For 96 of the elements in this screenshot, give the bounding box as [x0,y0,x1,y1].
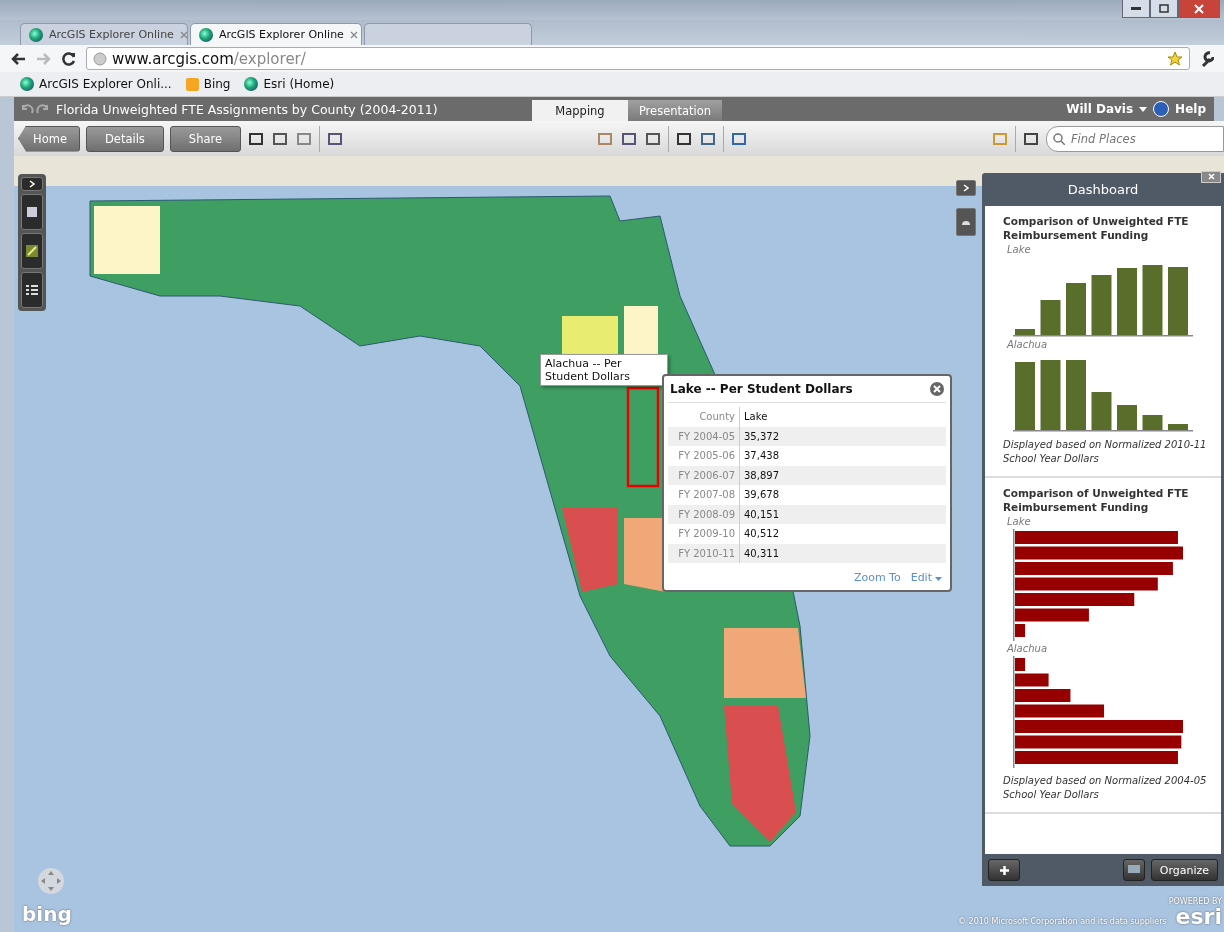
organize-button[interactable]: Organize [1150,859,1218,881]
legend-button[interactable] [21,272,43,308]
map-attribution: © 2010 Microsoft Corporation and its data suppliers [958,917,1167,926]
chart-bar [1091,275,1112,335]
map-title: Florida Unweighted FTE Assignments by County (2004-2011) [56,101,438,117]
chart-bar [1168,267,1188,335]
chart-subtitle: Alachua [1007,339,1049,350]
close-button[interactable] [1178,0,1220,18]
view-tab[interactable]: Mapping [532,100,628,121]
chevron-icon [29,180,35,188]
help-menu[interactable]: Help [1175,102,1206,116]
content-button[interactable] [21,194,43,230]
chart-subtitle: Lake [1007,244,1032,255]
chart-title: Comparison of Unweighted FTE Reimbursement Funding [1003,214,1190,242]
bookmark-link[interactable]: Bing [185,77,231,91]
expand-button[interactable] [21,177,43,191]
chart-bar [1142,265,1163,335]
close-icon [1194,3,1204,14]
nav-button[interactable]: Home [18,125,80,152]
chart-bar [1040,300,1061,335]
address-bar[interactable]: www.arcgis.com/explorer/ [86,47,1190,70]
chart-bar [1015,658,1026,671]
dashboard-toggle-button[interactable] [956,208,976,236]
chart-bar [1015,673,1049,687]
bookmark-link[interactable]: ArcGIS Explorer Onli... [20,77,172,91]
edit-button[interactable] [21,233,43,269]
chart-bar [1040,360,1061,430]
list-icon [26,284,38,296]
caret-icon[interactable] [1139,106,1148,112]
nav-button[interactable]: Share [169,125,242,152]
chart-title: Comparison of Unweighted FTE Reimbursement Funding [1003,486,1190,514]
browser-tab[interactable]: ArcGIS Explorer Online [190,23,362,45]
field-value: 40,311 [740,543,946,563]
star-icon[interactable] [1167,50,1183,67]
search-field[interactable]: Find Places [1046,125,1224,152]
comment-button[interactable] [1122,859,1145,881]
search-icon [1053,132,1065,145]
chart-bar [1015,689,1071,702]
reload-icon[interactable] [62,51,76,66]
field-label: FY 2006-07 [668,465,740,485]
popup-title: Lake -- Per Student Dollars [670,382,853,396]
bookmark-link[interactable]: Esri (Home) [244,77,335,91]
close-icon [1207,173,1215,180]
globe-icon [29,27,43,42]
expand-button[interactable] [956,180,976,196]
map-tooltip: Alachua -- Per Student Dollars [540,354,668,386]
dashboard-title: Dashboard [1067,182,1139,197]
chart-bar [1117,268,1137,335]
help-icon [1153,101,1170,117]
maximize-button[interactable] [1150,0,1178,18]
chart-bar [1066,360,1086,430]
globe-icon [20,77,34,91]
chart-bar [1015,362,1035,430]
chart-bar [1015,329,1035,335]
chart-bar [1142,415,1163,430]
field-value: 35,372 [740,426,946,446]
field-value: 38,897 [740,465,946,485]
field-label: FY 2010-11 [668,543,740,563]
wrench-icon[interactable] [1200,50,1214,67]
add-button[interactable] [988,859,1020,881]
chart-subtitle: Alachua [1007,643,1049,654]
chevron-icon [963,184,969,192]
powered-by-label: POWERED BY [1168,897,1222,906]
browser-tab[interactable]: ArcGIS Explorer Online [20,23,188,45]
chart-note: Displayed based on Normalized 2004-05 School Year Dollars [1003,774,1208,802]
chart-bar [1015,624,1026,637]
caret-icon [935,577,942,581]
chart-subtitle: Lake [1007,516,1032,527]
globe-icon [199,27,213,42]
view-tab[interactable]: Presentation [628,100,722,121]
back-icon[interactable] [10,51,26,66]
chart-bar [1168,424,1188,430]
field-label: FY 2008-09 [668,504,740,524]
field-value: 40,151 [740,504,946,524]
maximize-icon [1159,4,1169,13]
minimize-button[interactable] [1122,0,1150,18]
document-icon [26,206,38,218]
chart-bar [1091,392,1112,430]
globe-icon [244,77,259,91]
field-label: FY 2004-05 [668,426,740,446]
bing-logo: bing [22,902,72,926]
chart-bar [1117,405,1137,430]
nav-button[interactable]: Details [85,125,164,152]
user-menu[interactable]: Will Davis [1066,102,1134,116]
close-icon[interactable] [349,30,358,39]
chart-note: Displayed based on Normalized 2010-11 School Year Dollars [1003,438,1208,466]
speech-bubble-icon [1127,865,1140,875]
popup-link[interactable]: Zoom To [853,571,901,584]
plus-icon [999,865,1009,875]
bing-icon [185,77,199,91]
minimize-icon [1131,6,1141,11]
close-icon[interactable] [930,382,944,396]
chart-bar [1066,283,1086,335]
pencil-icon [26,245,38,257]
esri-logo: esri [1175,906,1222,928]
globe-icon [93,51,107,66]
